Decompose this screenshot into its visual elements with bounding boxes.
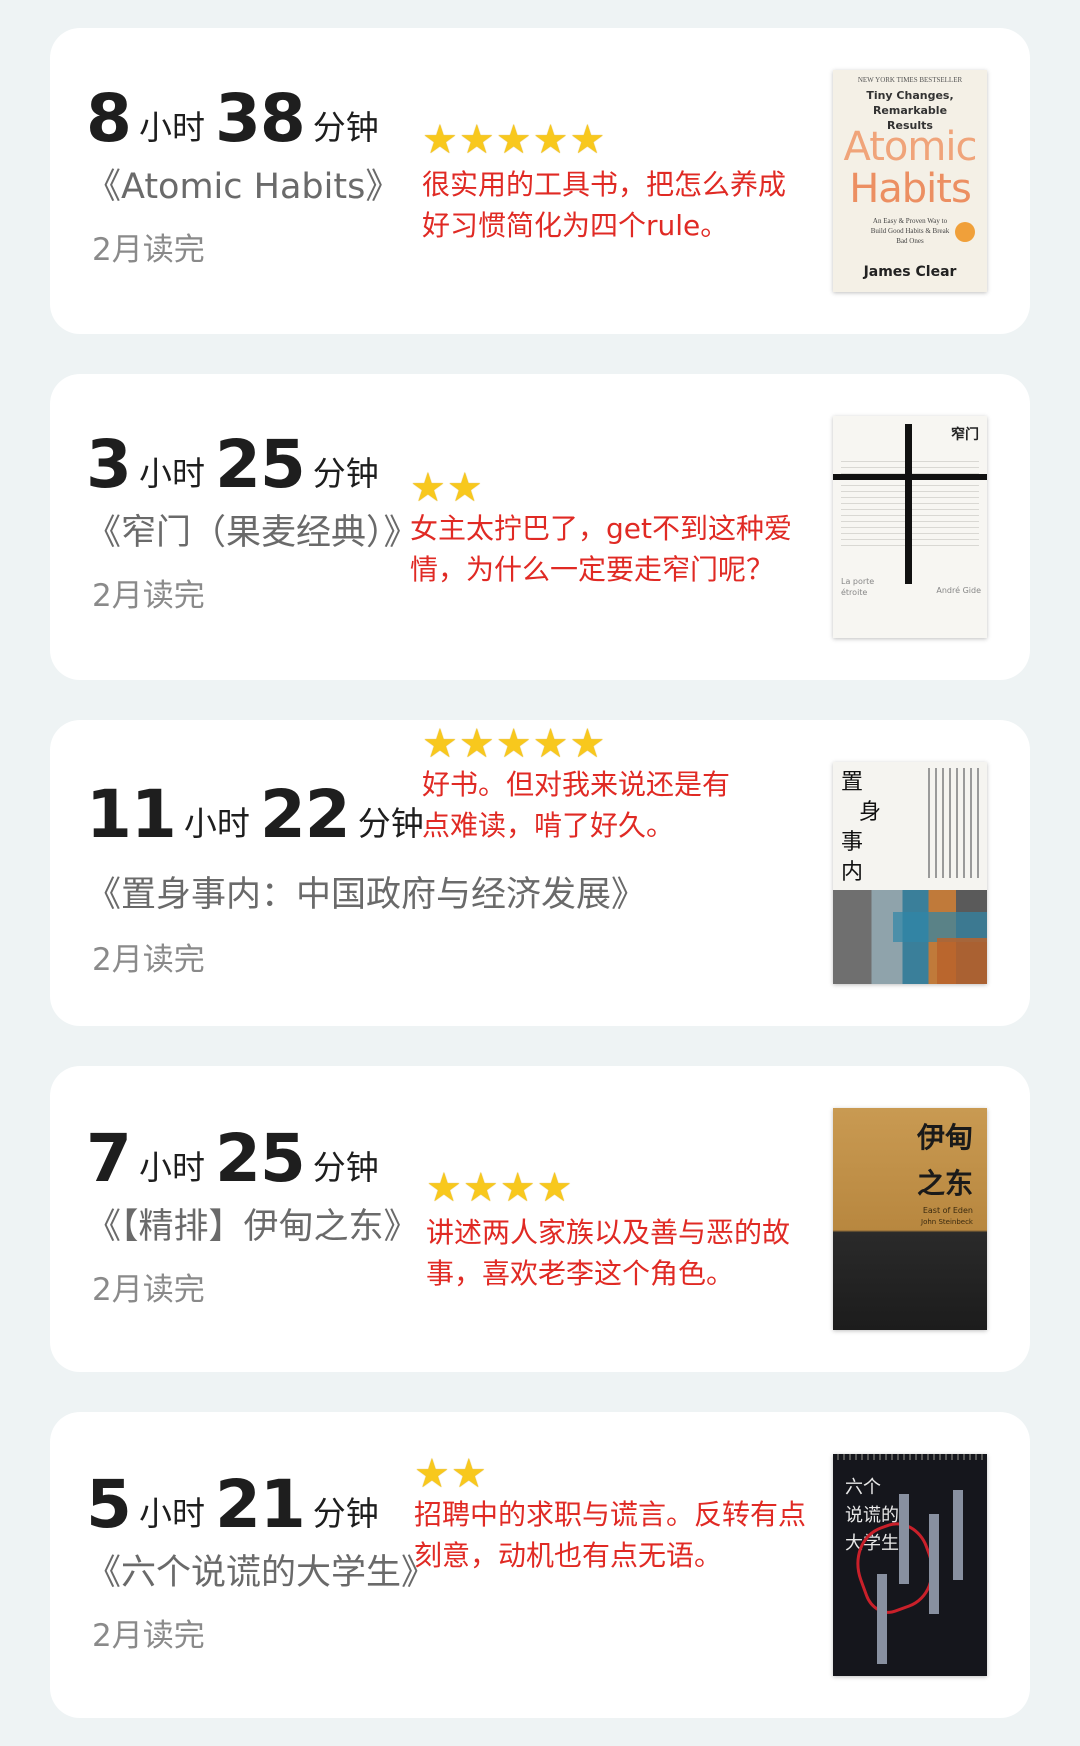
- cover-title-char: 事: [841, 830, 864, 855]
- reading-duration: 7 小时 25 分钟: [86, 1126, 389, 1192]
- book-cover[interactable]: 窄门 La porte étroite André Gide: [833, 416, 987, 638]
- reading-duration: 5 小时 21 分钟: [86, 1472, 389, 1538]
- cover-figure: [929, 1514, 939, 1614]
- cover-title: 窄门: [951, 427, 979, 443]
- cover-figure: [877, 1574, 887, 1664]
- finished-date: 2月读完: [92, 1618, 205, 1654]
- cover-title-line-1: 伊甸: [916, 1121, 973, 1154]
- cover-cross-vertical: [905, 424, 912, 584]
- hours-unit: 小时: [138, 1494, 205, 1533]
- finished-date: 2月读完: [92, 942, 205, 978]
- star-icon: ★★★★: [426, 1165, 574, 1211]
- book-card[interactable]: 7 小时 25 分钟 《【精排】伊甸之东》 2月读完 ★★★★ 讲述两人家族以及善与恶…: [50, 1066, 1030, 1372]
- star-icon: ★★: [410, 465, 484, 511]
- book-cover[interactable]: 六个 说谎的 大学生: [833, 1454, 987, 1676]
- cover-top-strip: [833, 1454, 987, 1460]
- minutes-unit: 分钟: [357, 804, 424, 843]
- cover-author: John Steinbeck: [921, 1218, 973, 1226]
- hours-value: 11: [86, 776, 177, 853]
- hours-unit: 小时: [183, 804, 250, 843]
- book-card[interactable]: 8 小时 38 分钟 《Atomic Habits》 2月读完 ★★★★★ 很实用的工…: [50, 28, 1030, 334]
- minutes-value: 25: [214, 426, 306, 503]
- book-cover[interactable]: 伊甸 之东 East of Eden John Steinbeck: [833, 1108, 987, 1330]
- book-card[interactable]: 5 小时 21 分钟 《六个说谎的大学生》 2月读完 ★★ 招聘中的求职与谎言。反转有…: [50, 1412, 1030, 1718]
- hours-value: 8: [86, 80, 132, 157]
- minutes-value: 38: [214, 80, 306, 157]
- cover-en-title: East of Eden: [922, 1206, 973, 1215]
- cover-title-char: 内: [841, 860, 864, 885]
- minutes-value: 22: [259, 776, 351, 853]
- minutes-unit: 分钟: [312, 1148, 379, 1187]
- hours-unit: 小时: [138, 108, 205, 147]
- reading-duration: 3 小时 25 分钟: [86, 432, 389, 498]
- book-cover[interactable]: NEW YORK TIMES BESTSELLER Tiny Changes, …: [833, 70, 987, 292]
- minutes-unit: 分钟: [312, 1494, 379, 1533]
- cover-title-line-2: 之东: [916, 1167, 973, 1200]
- reading-duration: 11 小时 22 分钟: [86, 782, 434, 848]
- book-title[interactable]: 《置身事内：中国政府与经济发展》: [86, 866, 646, 917]
- cover-title: 置 身 事 内: [841, 768, 901, 888]
- cover-title-line-1: 六个: [845, 1477, 881, 1498]
- finished-date: 2月读完: [92, 1272, 205, 1308]
- book-card[interactable]: 11 小时 22 分钟 《置身事内：中国政府与经济发展》 2月读完 ★★★★★ 好书。…: [50, 720, 1030, 1026]
- review-text: 女主太拧巴了，get不到这种爱情，为什么一定要走窄门呢？: [410, 512, 792, 586]
- cover-title-line-2: Habits: [849, 166, 972, 212]
- cover-badge: [955, 222, 975, 242]
- hours-unit: 小时: [138, 1148, 205, 1187]
- finished-date: 2月读完: [92, 232, 205, 268]
- cover-author: André Gide: [936, 586, 981, 595]
- book-cover[interactable]: 置 身 事 内: [833, 762, 987, 984]
- book-title[interactable]: 《【精排】伊甸之东》: [86, 1198, 419, 1249]
- cover-title-char: 置: [841, 770, 864, 795]
- cover-author: James Clear: [863, 264, 957, 280]
- finished-date: 2月读完: [92, 578, 205, 614]
- book-title[interactable]: 《六个说谎的大学生》: [86, 1544, 436, 1595]
- star-icon: ★★★★★: [422, 721, 607, 767]
- minutes-value: 21: [214, 1466, 306, 1543]
- hours-value: 5: [86, 1466, 132, 1543]
- cover-title-char: 身: [859, 800, 882, 825]
- cover-color-block: [937, 938, 987, 984]
- cover-title-line-1: Atomic: [843, 124, 978, 170]
- cover-vertical-text: [923, 768, 981, 878]
- hours-value: 3: [86, 426, 132, 503]
- hours-unit: 小时: [138, 454, 205, 493]
- book-title[interactable]: 《窄门（果麦经典）》: [86, 504, 419, 555]
- review-text: 招聘中的求职与谎言。反转有点刻意，动机也有点无语。: [414, 1498, 807, 1572]
- review-text: 好书。但对我来说还是有点难读，啃了好久。: [422, 768, 731, 842]
- reading-duration: 8 小时 38 分钟: [86, 86, 389, 152]
- cover-subtitle: La porte étroite: [841, 577, 875, 597]
- star-icon: ★★★★★: [422, 117, 607, 163]
- review-text: 很实用的工具书，把怎么养成好习惯简化为四个rule。: [422, 168, 787, 242]
- cover-figure: [953, 1490, 963, 1580]
- review-text: 讲述两人家族以及善与恶的故事，喜欢老李这个角色。: [426, 1216, 791, 1290]
- minutes-unit: 分钟: [312, 454, 379, 493]
- minutes-unit: 分钟: [312, 108, 379, 147]
- cover-top-line: NEW YORK TIMES BESTSELLER: [857, 76, 963, 84]
- hours-value: 7: [86, 1120, 132, 1197]
- cover-figure: [899, 1494, 909, 1584]
- book-card[interactable]: 3 小时 25 分钟 《窄门（果麦经典）》 2月读完 ★★ 女主太拧巴了，get不到这…: [50, 374, 1030, 680]
- star-icon: ★★: [414, 1451, 488, 1497]
- minutes-value: 25: [214, 1120, 306, 1197]
- book-title[interactable]: 《Atomic Habits》: [86, 158, 400, 209]
